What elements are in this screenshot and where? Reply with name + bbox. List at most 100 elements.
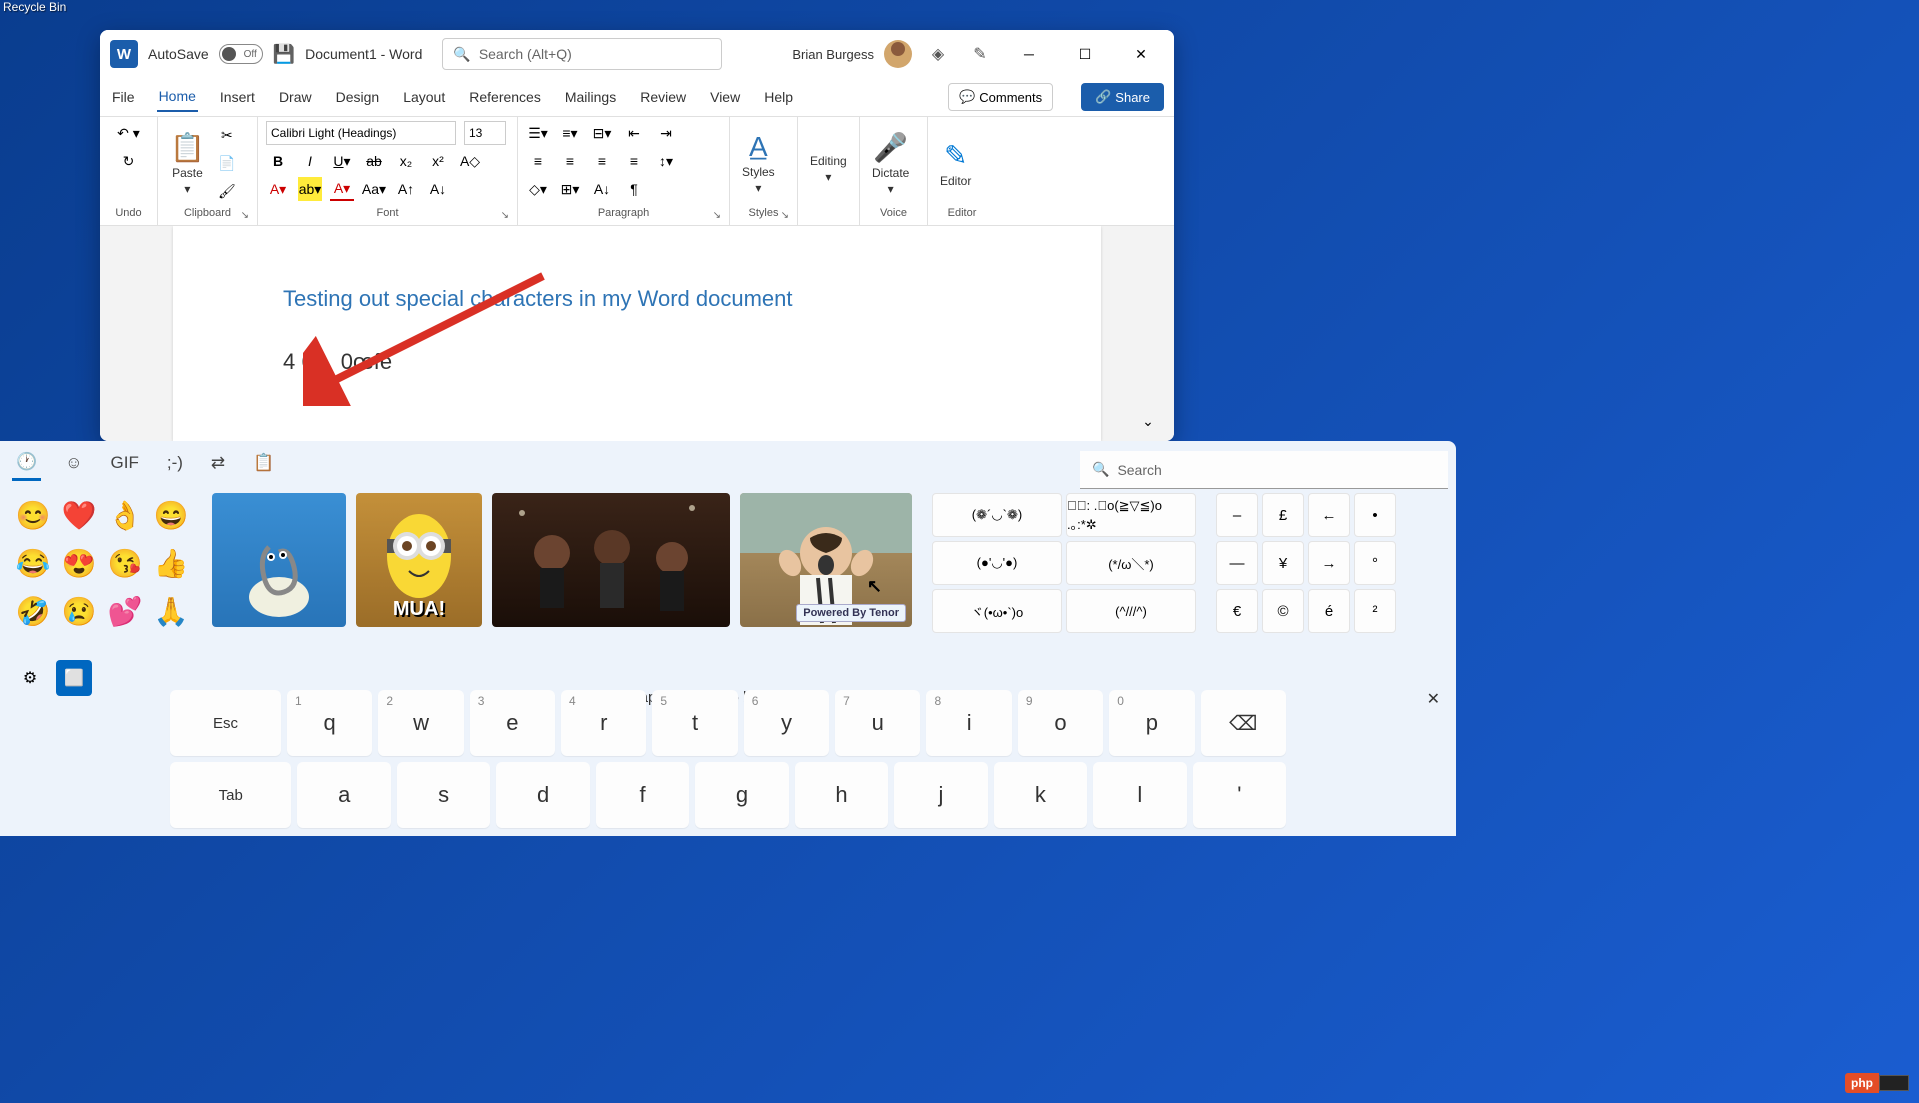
launcher-icon[interactable]: ↘ bbox=[501, 210, 509, 221]
page[interactable]: Testing out special characters in my Wor… bbox=[173, 226, 1101, 441]
diamond-icon[interactable]: ◈ bbox=[922, 38, 954, 70]
tab-layout[interactable]: Layout bbox=[401, 83, 447, 111]
editor-button[interactable]: ✎ Editor bbox=[936, 135, 975, 192]
kaomoji-cell[interactable]: (*/ω＼*) bbox=[1066, 541, 1196, 585]
kaomoji-cell[interactable]: ヾ(•ω•`)o bbox=[932, 589, 1062, 633]
justify-icon[interactable]: ≡ bbox=[622, 149, 646, 173]
key-backspace[interactable]: ⌫ bbox=[1201, 690, 1286, 756]
symbol-cell[interactable]: → bbox=[1308, 541, 1350, 585]
key-w[interactable]: 2w bbox=[378, 690, 463, 756]
superscript-icon[interactable]: x² bbox=[426, 149, 450, 173]
key-a[interactable]: a bbox=[297, 762, 390, 828]
tab-emoji-icon[interactable]: ☺ bbox=[61, 447, 86, 479]
emoji-cell[interactable]: 😂 bbox=[12, 541, 54, 585]
gif-thumb-clippy[interactable] bbox=[212, 493, 346, 627]
key-t[interactable]: 5t bbox=[652, 690, 737, 756]
key-l[interactable]: l bbox=[1093, 762, 1186, 828]
italic-icon[interactable]: I bbox=[298, 149, 322, 173]
tab-design[interactable]: Design bbox=[334, 83, 382, 111]
close-button[interactable]: ✕ bbox=[1118, 38, 1164, 70]
tab-help[interactable]: Help bbox=[762, 83, 795, 111]
kaomoji-cell[interactable]: ✲ﾟ: .｡o(≧▽≦)o .｡:*✲ bbox=[1066, 493, 1196, 537]
font-color-icon[interactable]: A▾ bbox=[330, 177, 354, 201]
editing-button[interactable]: Editing▾ bbox=[806, 150, 851, 188]
launcher-icon[interactable]: ↘ bbox=[781, 210, 789, 221]
bullets-icon[interactable]: ☰▾ bbox=[526, 121, 550, 145]
key-p[interactable]: 0p bbox=[1109, 690, 1194, 756]
key-u[interactable]: 7u bbox=[835, 690, 920, 756]
shrink-font-icon[interactable]: A↓ bbox=[426, 177, 450, 201]
tab-draw[interactable]: Draw bbox=[277, 83, 314, 111]
cut-icon[interactable]: ✂ bbox=[215, 123, 239, 147]
align-left-icon[interactable]: ≡ bbox=[526, 149, 550, 173]
key-'[interactable]: ' bbox=[1193, 762, 1286, 828]
key-o[interactable]: 9o bbox=[1018, 690, 1103, 756]
key-d[interactable]: d bbox=[496, 762, 589, 828]
key-f[interactable]: f bbox=[596, 762, 689, 828]
symbol-cell[interactable]: ← bbox=[1308, 493, 1350, 537]
tab-kaomoji-icon[interactable]: ;-) bbox=[163, 447, 187, 479]
key-tab[interactable]: Tab bbox=[170, 762, 291, 828]
emoji-cell[interactable]: ❤️ bbox=[58, 493, 100, 537]
document-heading[interactable]: Testing out special characters in my Wor… bbox=[283, 286, 991, 312]
key-j[interactable]: j bbox=[894, 762, 987, 828]
tab-file[interactable]: File bbox=[110, 83, 137, 111]
key-k[interactable]: k bbox=[994, 762, 1087, 828]
document-area[interactable]: Testing out special characters in my Wor… bbox=[100, 226, 1174, 441]
key-r[interactable]: 4r bbox=[561, 690, 646, 756]
tab-home[interactable]: Home bbox=[157, 82, 198, 112]
collapse-ribbon-icon[interactable]: ⌄ bbox=[1136, 409, 1160, 433]
document-body-line[interactable]: 4 63 0œfë bbox=[283, 348, 991, 375]
key-s[interactable]: s bbox=[397, 762, 490, 828]
emoji-cell[interactable]: 💕 bbox=[104, 589, 146, 633]
symbol-cell[interactable]: — bbox=[1216, 541, 1258, 585]
tab-symbols-icon[interactable]: ⇄ bbox=[207, 447, 229, 479]
subscript-icon[interactable]: x₂ bbox=[394, 149, 418, 173]
symbol-cell[interactable]: ° bbox=[1354, 541, 1396, 585]
undo-icon[interactable]: ↶ ▾ bbox=[117, 121, 141, 145]
coming-soon-icon[interactable]: ✎ bbox=[964, 38, 996, 70]
align-right-icon[interactable]: ≡ bbox=[590, 149, 614, 173]
bold-icon[interactable]: B bbox=[266, 149, 290, 173]
strikethrough-icon[interactable]: ab bbox=[362, 149, 386, 173]
emoji-cell[interactable]: 😄 bbox=[150, 493, 192, 537]
change-case-icon[interactable]: Aa▾ bbox=[362, 177, 386, 201]
save-icon[interactable]: 💾 bbox=[273, 44, 295, 65]
emoji-cell[interactable]: 😍 bbox=[58, 541, 100, 585]
grow-font-icon[interactable]: A↑ bbox=[394, 177, 418, 201]
paste-button[interactable]: 📋 Paste ▾ bbox=[166, 127, 209, 200]
symbol-cell[interactable]: © bbox=[1262, 589, 1304, 633]
gif-thumb-applause[interactable] bbox=[492, 493, 730, 627]
emoji-cell[interactable]: 👌 bbox=[104, 493, 146, 537]
decrease-indent-icon[interactable]: ⇤ bbox=[622, 121, 646, 145]
symbol-cell[interactable]: € bbox=[1216, 589, 1258, 633]
tab-clipboard-icon[interactable]: 📋 bbox=[249, 447, 278, 479]
launcher-icon[interactable]: ↘ bbox=[713, 210, 721, 221]
highlight-icon[interactable]: ab▾ bbox=[298, 177, 322, 201]
symbol-cell[interactable]: ² bbox=[1354, 589, 1396, 633]
key-g[interactable]: g bbox=[695, 762, 788, 828]
emoji-cell[interactable]: 👍 bbox=[150, 541, 192, 585]
desktop-icon-recycle-bin[interactable]: Recycle Bin bbox=[3, 0, 66, 14]
tab-insert[interactable]: Insert bbox=[218, 83, 257, 111]
tab-recent-icon[interactable]: 🕐 bbox=[12, 446, 41, 481]
search-input[interactable]: 🔍 Search (Alt+Q) bbox=[442, 38, 722, 70]
key-e[interactable]: 3e bbox=[470, 690, 555, 756]
key-h[interactable]: h bbox=[795, 762, 888, 828]
tab-review[interactable]: Review bbox=[638, 83, 688, 111]
styles-button[interactable]: A̲ Styles▾ bbox=[738, 127, 779, 199]
emoji-cell[interactable]: 😢 bbox=[58, 589, 100, 633]
tab-gif-icon[interactable]: GIF bbox=[107, 447, 143, 479]
key-i[interactable]: 8i bbox=[926, 690, 1011, 756]
clear-format-icon[interactable]: A◇ bbox=[458, 149, 482, 173]
symbol-cell[interactable]: – bbox=[1216, 493, 1258, 537]
comments-button[interactable]: 💬 Comments bbox=[948, 83, 1053, 111]
launcher-icon[interactable]: ↘ bbox=[241, 210, 249, 221]
symbol-cell[interactable]: ¥ bbox=[1262, 541, 1304, 585]
numbering-icon[interactable]: ≡▾ bbox=[558, 121, 582, 145]
copy-icon[interactable]: 📄 bbox=[215, 151, 239, 175]
key-y[interactable]: 6y bbox=[744, 690, 829, 756]
kaomoji-cell[interactable]: (●'◡'●) bbox=[932, 541, 1062, 585]
increase-indent-icon[interactable]: ⇥ bbox=[654, 121, 678, 145]
redo-icon[interactable]: ↻ bbox=[117, 149, 141, 173]
